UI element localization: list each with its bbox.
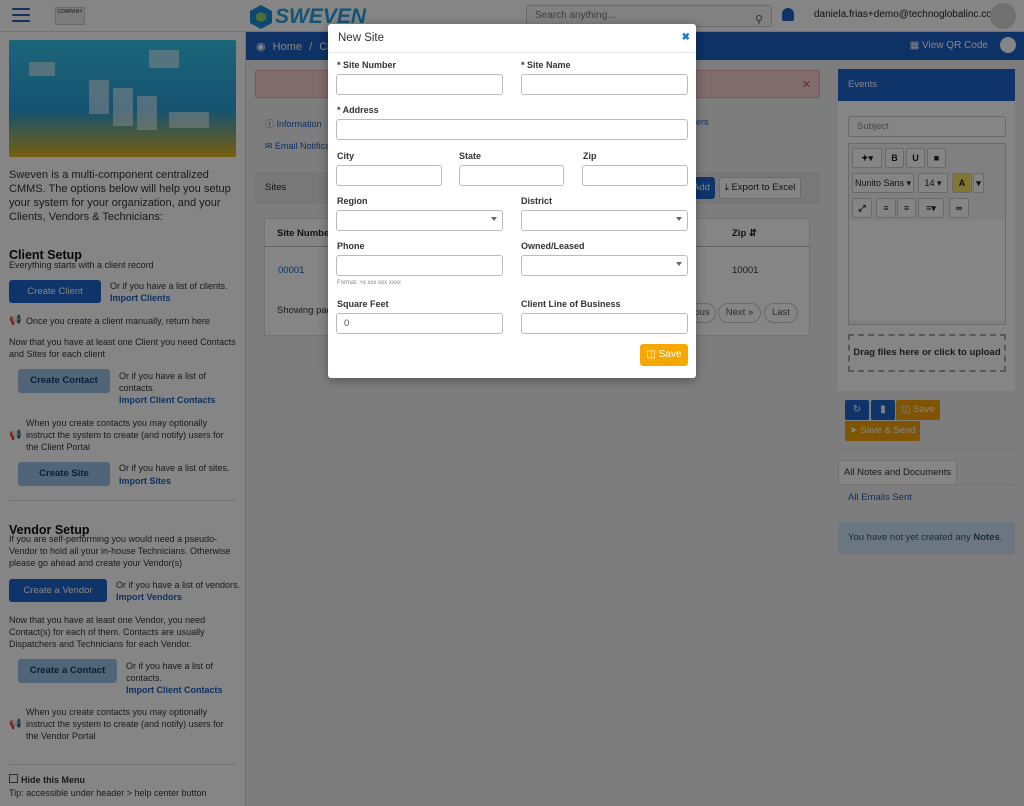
address-field[interactable] [336,119,688,140]
district-select[interactable] [521,210,688,231]
owned-leased-select[interactable] [521,255,688,276]
state-field[interactable] [459,165,564,186]
phone-label: Phone [337,241,365,251]
site-number-field[interactable] [336,74,503,95]
line-of-business-label: Client Line of Business [521,299,621,309]
region-select[interactable] [336,210,503,231]
owned-leased-label: Owned/Leased [521,241,585,251]
modal-title: New Site [338,32,385,44]
site-number-label: * Site Number [337,60,397,70]
chevron-down-icon [491,217,497,221]
zip-field[interactable] [582,165,688,186]
region-label: Region [337,196,368,206]
new-site-modal: New Site ✖ * Site Number * Site Name * A… [328,24,696,378]
district-label: District [521,196,553,206]
save-button[interactable]: ◫ Save [640,344,688,366]
chevron-down-icon [676,262,682,266]
close-icon[interactable]: ✖ [682,32,690,43]
square-feet-field[interactable]: 0 [336,313,503,334]
zip-label: Zip [583,151,597,161]
square-feet-label: Square Feet [337,299,389,309]
line-of-business-field[interactable] [521,313,688,334]
floppy-icon: ◫ [646,349,659,360]
save-button-label: Save [658,349,682,360]
phone-field[interactable] [336,255,503,276]
modal-divider [328,52,696,53]
city-label: City [337,151,355,161]
phone-format-hint: Format: +x xxx xxx xxxx [337,280,401,286]
state-label: State [459,151,482,161]
chevron-down-icon [676,217,682,221]
site-name-field[interactable] [521,74,688,95]
address-label: * Address [337,105,379,115]
city-field[interactable] [336,165,442,186]
site-name-label: * Site Name [521,60,571,70]
